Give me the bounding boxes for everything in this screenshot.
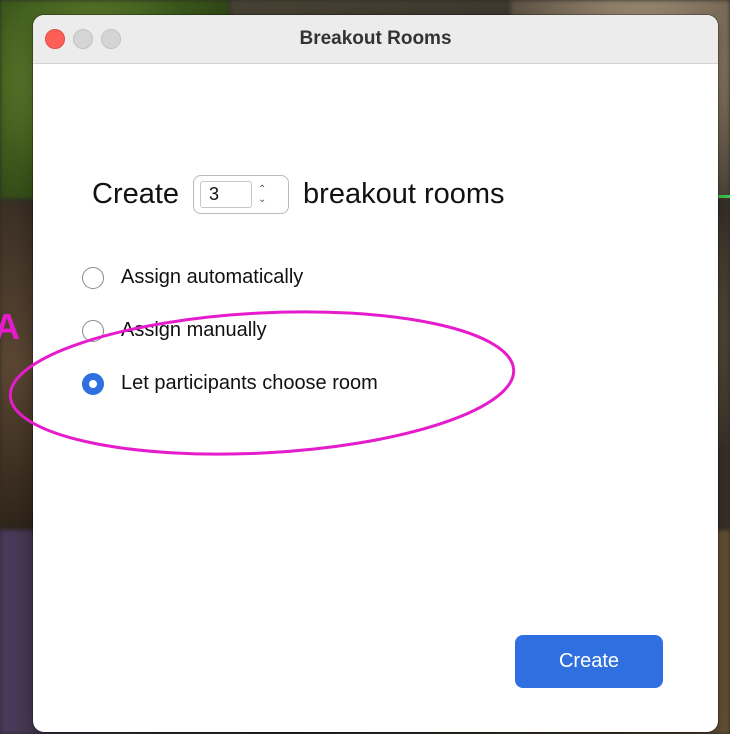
room-count-stepper[interactable]: 3 ⌃ ⌄ xyxy=(193,175,290,214)
assign-options: Assign automatically Assign manually Let… xyxy=(82,263,378,422)
stepper-arrows[interactable]: ⌃ ⌄ xyxy=(258,184,266,205)
annotation-letter: A xyxy=(0,306,20,347)
option-let-participants-choose[interactable]: Let participants choose room xyxy=(82,369,378,398)
create-rooms-row: Create 3 ⌃ ⌄ breakout rooms xyxy=(92,175,505,214)
option-label: Let participants choose room xyxy=(121,372,378,394)
create-label: Create xyxy=(92,178,180,210)
breakout-rooms-dialog: Breakout Rooms Create 3 ⌃ ⌄ breakout roo… xyxy=(33,15,718,732)
option-assign-automatically[interactable]: Assign automatically xyxy=(82,263,378,292)
breakout-rooms-label: breakout rooms xyxy=(303,178,505,210)
option-assign-manually[interactable]: Assign manually xyxy=(82,316,378,345)
create-button[interactable]: Create xyxy=(515,635,663,688)
radio-button[interactable] xyxy=(82,266,104,289)
option-label: Assign manually xyxy=(121,319,267,341)
chevron-down-icon[interactable]: ⌄ xyxy=(258,194,266,205)
window-title: Breakout Rooms xyxy=(299,28,452,49)
room-count-input[interactable]: 3 xyxy=(200,181,253,208)
chevron-up-icon[interactable]: ⌃ xyxy=(258,184,266,195)
radio-button-selected[interactable] xyxy=(82,372,104,395)
radio-button[interactable] xyxy=(82,319,104,342)
title-bar: Breakout Rooms xyxy=(33,15,718,64)
option-label: Assign automatically xyxy=(121,266,304,288)
